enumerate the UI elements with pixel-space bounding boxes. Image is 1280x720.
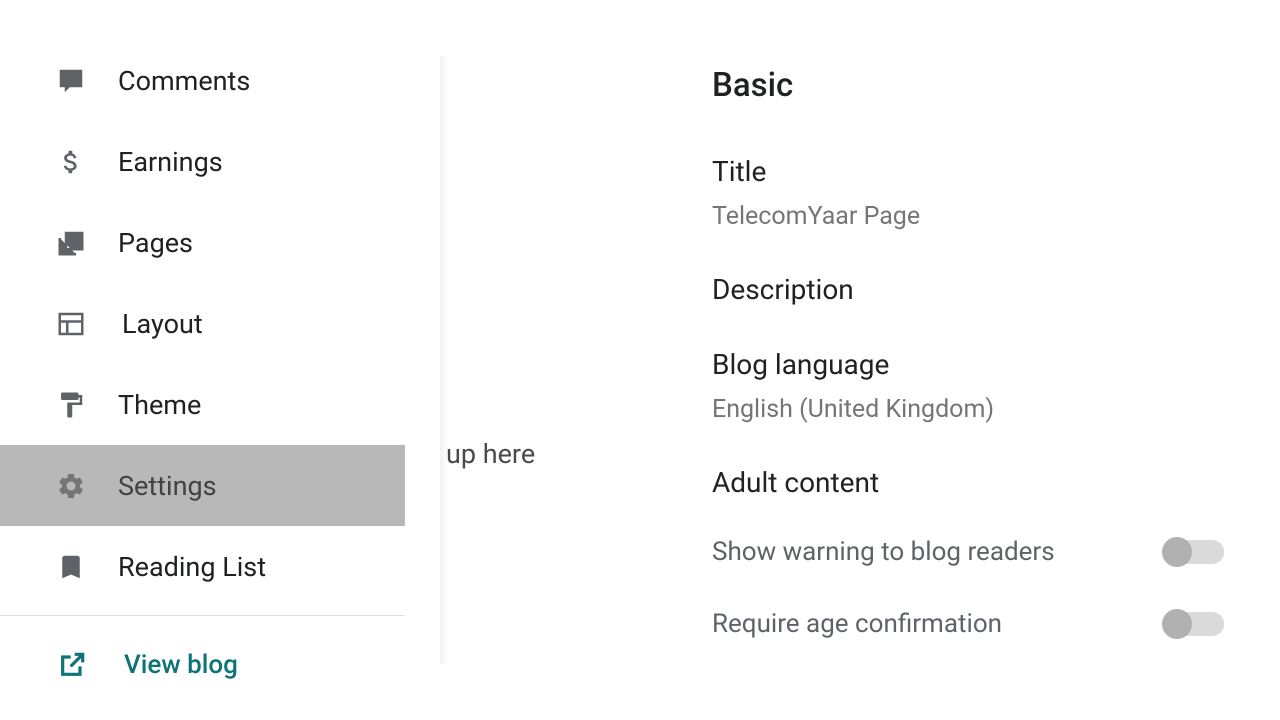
view-blog-label: View blog bbox=[124, 650, 238, 680]
toggle-thumb bbox=[1162, 609, 1192, 639]
view-blog-link[interactable]: View blog bbox=[0, 624, 448, 705]
sidebar-item-label: Settings bbox=[118, 470, 217, 502]
toggle-age[interactable] bbox=[1162, 612, 1224, 636]
setting-language-label: Blog language bbox=[712, 348, 1280, 381]
sidebar-shadow bbox=[440, 56, 448, 664]
sidebar-item-earnings[interactable]: Earnings bbox=[0, 121, 448, 202]
sidebar-item-label: Pages bbox=[118, 227, 193, 259]
setting-title-label: Title bbox=[712, 155, 1280, 188]
toggle-warning-label: Show warning to blog readers bbox=[712, 537, 1055, 567]
toggle-row-age: Require age confirmation bbox=[712, 609, 1280, 639]
sidebar-item-label: Reading List bbox=[118, 551, 266, 583]
sidebar-item-label: Comments bbox=[118, 65, 250, 97]
bookmark-icon bbox=[56, 552, 118, 582]
sidebar-item-pages[interactable]: Pages bbox=[0, 202, 448, 283]
setting-language-value: English (United Kingdom) bbox=[712, 395, 1280, 424]
sidebar-item-theme[interactable]: Theme bbox=[0, 364, 448, 445]
sidebar-item-settings[interactable]: Settings bbox=[0, 445, 405, 526]
sidebar-item-label: Earnings bbox=[118, 146, 223, 178]
main-content: up here Basic Title TelecomYaar Page Des… bbox=[448, 0, 1280, 720]
sidebar-item-reading-list[interactable]: Reading List bbox=[0, 526, 448, 607]
dollar-icon bbox=[56, 147, 118, 177]
layout-icon bbox=[56, 309, 118, 339]
sidebar-item-label: Layout bbox=[122, 308, 203, 340]
sidebar-item-comments[interactable]: Comments bbox=[0, 40, 448, 121]
pages-icon bbox=[56, 228, 118, 258]
sidebar: Comments Earnings Pages Layout Theme bbox=[0, 0, 448, 720]
sidebar-item-label: Theme bbox=[118, 389, 201, 421]
theme-icon bbox=[56, 390, 118, 420]
sidebar-item-layout[interactable]: Layout bbox=[0, 283, 448, 364]
toggle-warning[interactable] bbox=[1162, 540, 1224, 564]
setting-description[interactable]: Description bbox=[712, 273, 1280, 306]
sub-heading-adult: Adult content bbox=[712, 466, 1280, 499]
toggle-thumb bbox=[1162, 537, 1192, 567]
gear-icon bbox=[56, 471, 118, 501]
toggle-row-warning: Show warning to blog readers bbox=[712, 537, 1280, 567]
open-external-icon bbox=[56, 649, 88, 681]
comments-icon bbox=[56, 66, 118, 96]
sidebar-divider bbox=[0, 615, 405, 616]
section-heading-basic: Basic bbox=[712, 66, 1280, 105]
setting-description-label: Description bbox=[712, 273, 1280, 306]
background-text: up here bbox=[446, 438, 535, 470]
setting-title[interactable]: Title TelecomYaar Page bbox=[712, 155, 1280, 231]
setting-title-value: TelecomYaar Page bbox=[712, 202, 1280, 231]
setting-language[interactable]: Blog language English (United Kingdom) bbox=[712, 348, 1280, 424]
toggle-age-label: Require age confirmation bbox=[712, 609, 1002, 639]
